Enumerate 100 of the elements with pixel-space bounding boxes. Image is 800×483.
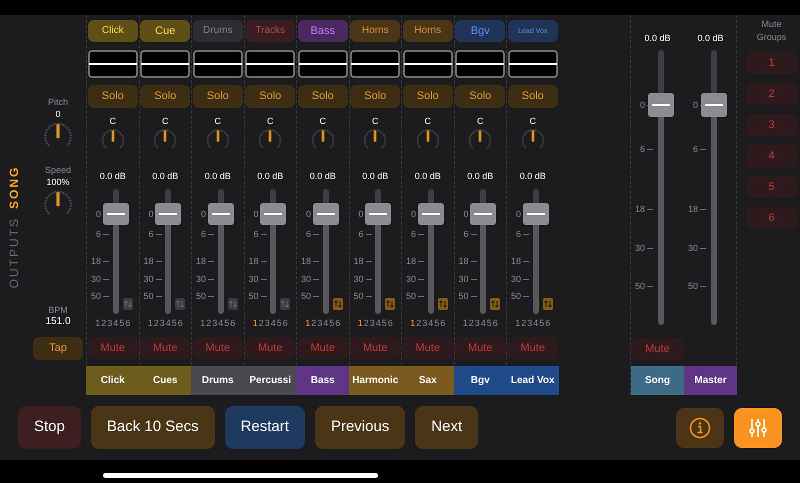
fader-track[interactable] bbox=[470, 189, 496, 314]
mute-button[interactable]: Mute bbox=[88, 337, 138, 359]
transport-button[interactable]: Stop bbox=[18, 406, 81, 449]
fader-track[interactable] bbox=[260, 189, 286, 314]
fader-track[interactable] bbox=[208, 189, 234, 314]
tap-button[interactable]: Tap bbox=[33, 337, 83, 360]
group-number[interactable]: 6 bbox=[440, 318, 446, 328]
group-number[interactable]: 1 bbox=[410, 318, 416, 328]
group-number[interactable]: 6 bbox=[335, 318, 340, 328]
solo-button[interactable]: Solo bbox=[192, 85, 243, 108]
transport-button[interactable]: Restart bbox=[224, 406, 305, 449]
group-number[interactable]: 4 bbox=[113, 318, 118, 328]
fader-track[interactable] bbox=[522, 189, 549, 314]
group-number[interactable]: 4 bbox=[323, 318, 328, 328]
group-number[interactable]: 4 bbox=[428, 318, 434, 328]
group-number[interactable]: 2 bbox=[101, 318, 106, 328]
mute-button[interactable]: Mute bbox=[298, 337, 348, 359]
arrows-icon[interactable] bbox=[332, 298, 342, 310]
group-number[interactable]: 1 bbox=[515, 318, 520, 328]
group-number[interactable]: 1 bbox=[95, 318, 100, 328]
arrows-icon[interactable] bbox=[542, 298, 552, 310]
group-number[interactable]: 5 bbox=[382, 318, 387, 328]
group-number[interactable]: 3 bbox=[422, 318, 428, 328]
group-number[interactable]: 1 bbox=[358, 318, 363, 328]
mute-button[interactable]: Mute bbox=[245, 337, 296, 359]
group-number[interactable]: 2 bbox=[206, 318, 212, 328]
group-number[interactable]: 4 bbox=[270, 318, 276, 328]
transport-button[interactable]: Next bbox=[415, 406, 478, 449]
mute-group-button[interactable]: 3 bbox=[746, 114, 798, 136]
mute-group-button[interactable]: 4 bbox=[746, 145, 798, 167]
group-number[interactable]: 2 bbox=[311, 318, 316, 328]
fader-track[interactable] bbox=[648, 50, 674, 325]
solo-button[interactable]: Solo bbox=[298, 85, 348, 108]
group-number[interactable]: 4 bbox=[376, 318, 381, 328]
group-number[interactable]: 3 bbox=[107, 318, 112, 328]
group-number[interactable]: 1 bbox=[200, 318, 206, 328]
group-number[interactable]: 6 bbox=[282, 318, 288, 328]
group-number[interactable]: 3 bbox=[527, 318, 532, 328]
fader-track[interactable] bbox=[102, 189, 129, 314]
group-number[interactable]: 5 bbox=[276, 318, 282, 328]
fader-thumb[interactable] bbox=[102, 203, 129, 225]
arrows-icon[interactable] bbox=[122, 298, 132, 310]
group-number[interactable]: 1 bbox=[462, 318, 468, 328]
fader-track[interactable] bbox=[700, 50, 726, 325]
fader-thumb[interactable] bbox=[648, 93, 674, 117]
track-label-button[interactable]: Horns bbox=[402, 20, 453, 42]
group-number[interactable]: 6 bbox=[492, 318, 498, 328]
mute-button[interactable]: Mute bbox=[140, 337, 190, 359]
group-number[interactable]: 2 bbox=[154, 318, 159, 328]
group-number[interactable]: 6 bbox=[388, 318, 393, 328]
track-label-button[interactable]: Click bbox=[88, 20, 138, 42]
fader-thumb[interactable] bbox=[260, 203, 286, 225]
mute-button[interactable]: Mute bbox=[350, 337, 400, 359]
mute-group-button[interactable]: 5 bbox=[746, 176, 798, 198]
group-number[interactable]: 5 bbox=[224, 318, 230, 328]
group-number[interactable]: 5 bbox=[172, 318, 177, 328]
fader-thumb[interactable] bbox=[365, 203, 392, 225]
solo-button[interactable]: Solo bbox=[350, 85, 400, 108]
fader-track[interactable] bbox=[418, 189, 444, 314]
group-number[interactable]: 3 bbox=[212, 318, 218, 328]
track-label-button[interactable]: Tracks bbox=[245, 20, 296, 42]
group-number[interactable]: 6 bbox=[545, 318, 550, 328]
group-number[interactable]: 5 bbox=[119, 318, 124, 328]
group-number[interactable]: 5 bbox=[539, 318, 544, 328]
group-number[interactable]: 1 bbox=[252, 318, 258, 328]
group-number[interactable]: 5 bbox=[434, 318, 440, 328]
track-label-button[interactable]: Cue bbox=[140, 20, 190, 42]
arrows-icon[interactable] bbox=[175, 298, 185, 310]
fader-thumb[interactable] bbox=[208, 203, 234, 225]
group-number[interactable]: 4 bbox=[166, 318, 171, 328]
group-number[interactable]: 2 bbox=[416, 318, 422, 328]
fader-thumb[interactable] bbox=[155, 203, 182, 225]
solo-button[interactable]: Solo bbox=[88, 85, 138, 108]
solo-button[interactable]: Solo bbox=[455, 85, 506, 108]
mute-group-button[interactable]: 1 bbox=[746, 52, 798, 74]
group-number[interactable]: 5 bbox=[329, 318, 334, 328]
group-number[interactable]: 6 bbox=[230, 318, 236, 328]
side-tab[interactable]: SONG bbox=[8, 166, 20, 209]
group-number[interactable]: 5 bbox=[486, 318, 492, 328]
mute-button[interactable]: Mute bbox=[508, 337, 558, 359]
fader-thumb[interactable] bbox=[418, 203, 444, 225]
transport-button[interactable]: Previous bbox=[314, 406, 406, 449]
track-label-button[interactable]: Bass bbox=[298, 20, 348, 42]
mute-button[interactable]: Mute bbox=[455, 337, 506, 359]
group-number[interactable]: 3 bbox=[317, 318, 322, 328]
solo-button[interactable]: Solo bbox=[402, 85, 453, 108]
group-number[interactable]: 4 bbox=[480, 318, 486, 328]
fader-track[interactable] bbox=[155, 189, 182, 314]
track-label-button[interactable]: Horns bbox=[350, 20, 400, 42]
group-number[interactable]: 6 bbox=[125, 318, 130, 328]
group-number[interactable]: 2 bbox=[258, 318, 264, 328]
solo-button[interactable]: Solo bbox=[140, 85, 190, 108]
group-number[interactable]: 3 bbox=[160, 318, 165, 328]
group-number[interactable]: 6 bbox=[178, 318, 183, 328]
arrows-icon[interactable] bbox=[438, 298, 448, 310]
group-number[interactable]: 2 bbox=[364, 318, 369, 328]
mixer-button[interactable] bbox=[734, 408, 782, 448]
mute-button[interactable]: Mute bbox=[402, 337, 453, 359]
group-number[interactable]: 2 bbox=[468, 318, 474, 328]
mute-button[interactable]: Mute bbox=[192, 337, 243, 359]
